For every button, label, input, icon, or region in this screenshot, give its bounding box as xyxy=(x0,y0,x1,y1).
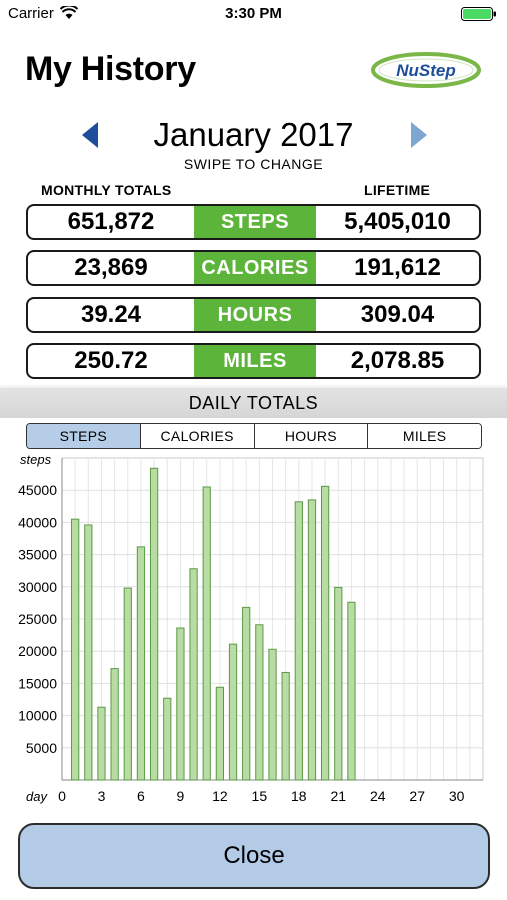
y-tick-label: 5000 xyxy=(26,740,57,756)
chart-bar xyxy=(268,648,277,781)
y-tick-label: 30000 xyxy=(18,579,57,595)
y-tick-label: 10000 xyxy=(18,708,57,724)
metric-row-miles: 250.72 MILES 2,078.85 xyxy=(26,343,481,379)
tab-calories[interactable]: CALORIES xyxy=(140,424,255,448)
chart-bar xyxy=(294,501,303,781)
metric-row-calories: 23,869 CALORIES 191,612 xyxy=(26,250,481,286)
metric-row-hours: 39.24 HOURS 309.04 xyxy=(26,297,481,333)
battery-icon xyxy=(461,7,496,21)
x-tick-label: 24 xyxy=(370,788,386,804)
next-month-icon[interactable] xyxy=(407,120,431,150)
chart-bar xyxy=(110,668,119,781)
y-tick-label: 25000 xyxy=(18,611,57,627)
tab-hours[interactable]: HOURS xyxy=(254,424,369,448)
chart-bar xyxy=(149,467,159,781)
chart-bar xyxy=(97,706,106,781)
x-axis-label: day xyxy=(26,789,48,804)
x-tick-label: 27 xyxy=(409,788,425,804)
lifetime-value: 309.04 xyxy=(360,301,435,328)
chart-bar xyxy=(136,546,146,781)
chart-bar xyxy=(281,671,290,781)
x-tick-label: 6 xyxy=(137,788,145,804)
daily-steps-chart: 5000 10000 15000 20000 25000 30000 35000 40000 4… xyxy=(18,452,484,804)
y-tick-label: 45000 xyxy=(18,482,57,498)
x-tick-label: 12 xyxy=(212,788,228,804)
chart-bar xyxy=(189,568,198,781)
chart-bar xyxy=(228,643,238,781)
chart-bar xyxy=(334,586,343,781)
x-tick-label: 18 xyxy=(291,788,307,804)
metric-label: CALORIES xyxy=(194,252,316,284)
x-tick-label: 9 xyxy=(177,788,185,804)
x-tick-label: 0 xyxy=(58,788,66,804)
chart-bar xyxy=(242,606,251,781)
swipe-hint: SWIPE TO CHANGE xyxy=(183,156,324,172)
lifetime-value: 2,078.85 xyxy=(350,347,445,374)
tab-miles[interactable]: MILES xyxy=(368,424,481,448)
x-tick-label: 30 xyxy=(449,788,465,804)
chart-bar xyxy=(307,499,317,781)
chart-bar xyxy=(347,601,356,781)
chart-bar xyxy=(71,518,80,781)
close-button[interactable]: Close xyxy=(18,823,490,889)
chart-bar xyxy=(321,485,330,781)
y-tick-label: 15000 xyxy=(18,675,57,691)
x-tick-label: 3 xyxy=(98,788,106,804)
lifetime-value: 191,612 xyxy=(354,254,441,281)
daily-totals-header: DAILY TOTALS xyxy=(0,388,507,418)
monthly-value: 39.24 xyxy=(80,301,142,328)
chart-bar xyxy=(176,627,185,781)
chart-bar xyxy=(123,587,132,781)
status-bar: Carrier 3:30 PM xyxy=(0,0,507,28)
metric-label: STEPS xyxy=(194,206,316,238)
svg-text:NuStep: NuStep xyxy=(396,61,456,80)
tab-steps[interactable]: STEPS xyxy=(27,424,141,448)
y-tick-label: 40000 xyxy=(18,514,57,530)
y-tick-label: 20000 xyxy=(18,643,57,659)
metric-label: HOURS xyxy=(194,299,316,331)
monthly-value: 250.72 xyxy=(74,347,148,374)
lifetime-value: 5,405,010 xyxy=(344,208,451,235)
x-tick-label: 21 xyxy=(330,788,346,804)
lifetime-header: LIFETIME xyxy=(364,182,431,198)
monthly-value: 23,869 xyxy=(74,254,148,281)
metric-label: MILES xyxy=(194,345,316,377)
chart-bar xyxy=(163,697,172,781)
nustep-logo: NuStep xyxy=(371,52,481,88)
chart-bar xyxy=(202,486,211,781)
daily-metric-selector: STEPS CALORIES HOURS MILES xyxy=(26,423,482,449)
x-tick-label: 15 xyxy=(252,788,268,804)
monthly-totals-header: MONTHLY TOTALS xyxy=(41,182,172,198)
chart-bar xyxy=(84,524,93,781)
y-axis-label: steps xyxy=(20,452,52,467)
monthly-value: 651,872 xyxy=(67,208,155,235)
chart-bar xyxy=(215,686,224,781)
metric-row-steps: 651,872 STEPS 5,405,010 xyxy=(26,204,481,240)
month-navigator[interactable]: January 2017 SWIPE TO CHANGE xyxy=(0,112,507,172)
y-tick-label: 35000 xyxy=(18,547,57,563)
chart-bar xyxy=(255,624,264,781)
status-time: 3:30 PM xyxy=(225,5,282,22)
page-title: My History xyxy=(25,50,196,88)
